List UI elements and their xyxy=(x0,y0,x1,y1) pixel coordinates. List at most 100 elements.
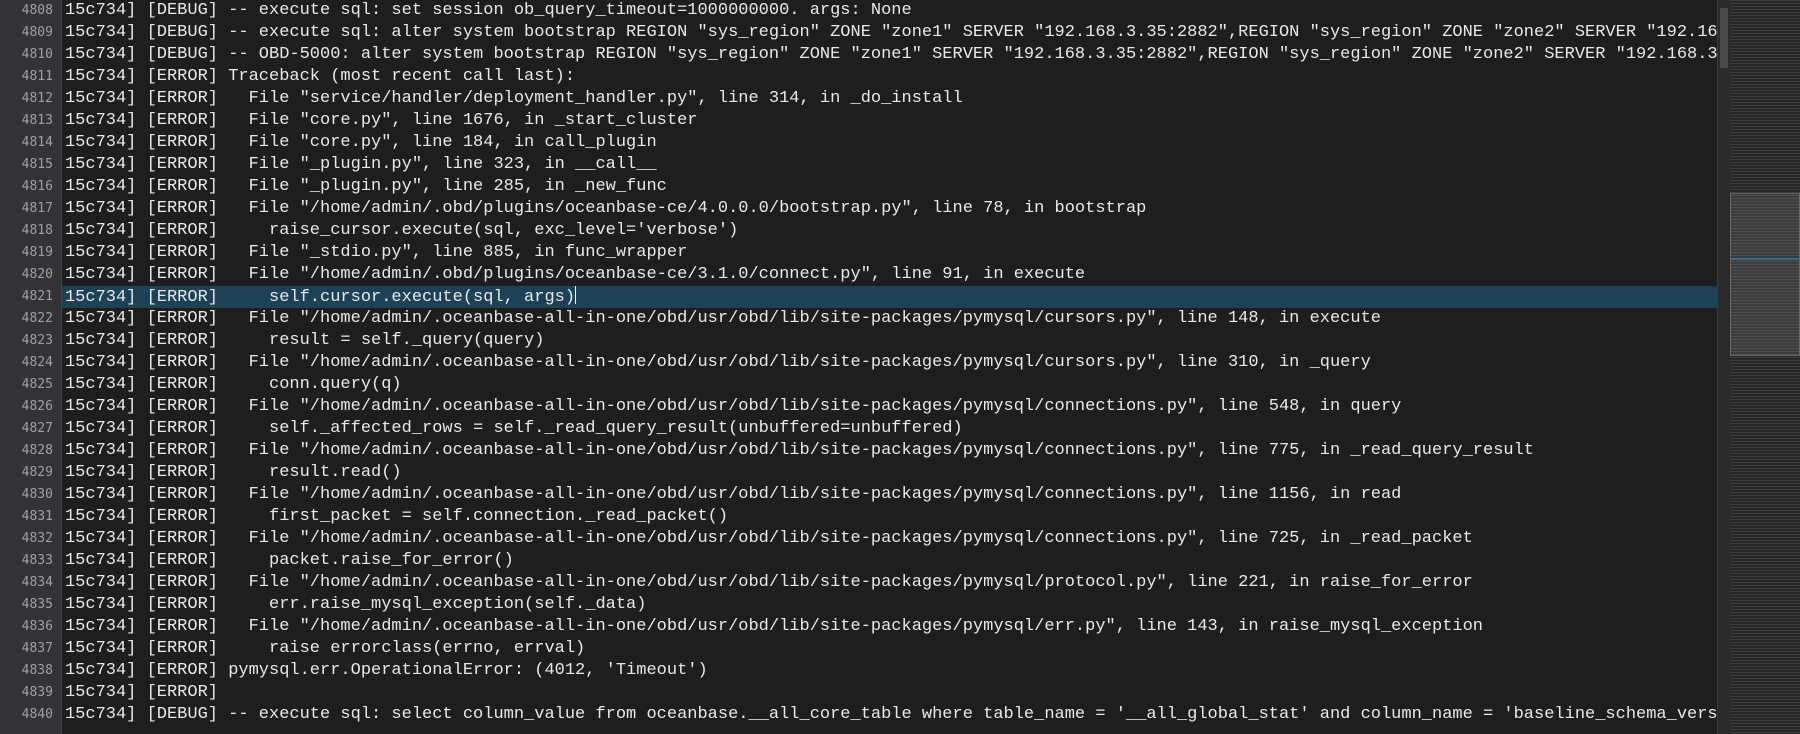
code-line-text: 15c734] [ERROR] first_packet = self.conn… xyxy=(64,507,729,526)
code-line-text: 15c734] [DEBUG] -- OBD-5000: alter syste… xyxy=(64,45,1718,64)
code-line-text: 15c734] [ERROR] result.read() xyxy=(64,463,402,482)
code-line[interactable]: 15c734] [ERROR] File "core.py", line 184… xyxy=(62,132,1717,154)
code-line-text: 15c734] [ERROR] File "service/handler/de… xyxy=(64,89,963,108)
line-number: 4824 xyxy=(21,355,53,370)
line-number: 4829 xyxy=(21,465,53,480)
line-number: 4827 xyxy=(21,421,53,436)
code-line-text: 15c734] [ERROR] File "/home/admin/.ocean… xyxy=(64,397,1402,416)
code-line[interactable]: 15c734] [ERROR] File "/home/admin/.obd/p… xyxy=(62,264,1717,286)
code-line[interactable]: 15c734] [ERROR] File "/home/admin/.ocean… xyxy=(62,528,1717,550)
current-code-line[interactable]: 15c734] [ERROR] self.cursor.execute(sql,… xyxy=(61,286,1718,308)
code-line[interactable]: 15c734] [ERROR] packet.raise_for_error() xyxy=(62,550,1717,572)
text-editor: 4808 4809 4810 4811 4812 4813 4814 4815 4816 4817… xyxy=(0,0,1800,734)
code-line[interactable]: 15c734] [ERROR] File "_plugin.py", line … xyxy=(62,176,1717,198)
line-number: 4831 xyxy=(21,509,53,524)
code-line[interactable]: 15c734] [ERROR] result.read() xyxy=(62,462,1717,484)
code-line-text: 15c734] [ERROR] File "/home/admin/.ocean… xyxy=(64,529,1473,548)
code-line[interactable]: 15c734] [ERROR] conn.query(q) xyxy=(62,374,1717,396)
code-line[interactable]: 15c734] [DEBUG] -- OBD-5000: alter syste… xyxy=(62,44,1717,66)
code-line[interactable]: 15c734] [ERROR] File "/home/admin/.ocean… xyxy=(62,616,1717,638)
line-number: 4822 xyxy=(21,311,53,326)
code-line-text: 15c734] [ERROR] pymysql.err.OperationalE… xyxy=(64,661,708,680)
code-line-text: 15c734] [ERROR] self._affected_rows = se… xyxy=(64,419,963,438)
code-line-text: 15c734] [ERROR] raise_cursor.execute(sql… xyxy=(64,221,739,240)
line-number-gutter[interactable]: 4808 4809 4810 4811 4812 4813 4814 4815 4816 4817… xyxy=(0,0,62,734)
line-number: 4832 xyxy=(21,531,53,546)
code-line[interactable]: 15c734] [ERROR] File "/home/admin/.ocean… xyxy=(62,308,1717,330)
code-line-text: 15c734] [ERROR] File "/home/admin/.obd/p… xyxy=(64,265,1086,284)
code-line-text: 15c734] [ERROR] File "/home/admin/.ocean… xyxy=(64,485,1402,504)
line-number: 4810 xyxy=(21,47,53,62)
code-line-text: 15c734] [ERROR] Traceback (most recent c… xyxy=(64,67,576,86)
vertical-scrollbar[interactable] xyxy=(1717,0,1731,734)
minimap[interactable] xyxy=(1730,0,1800,734)
code-line[interactable]: 15c734] [ERROR] File "/home/admin/.ocean… xyxy=(62,484,1717,506)
code-line[interactable]: 15c734] [DEBUG] -- execute sql: set sess… xyxy=(62,0,1717,22)
code-line-text: 15c734] [DEBUG] -- execute sql: set sess… xyxy=(64,1,912,20)
line-number: 4809 xyxy=(21,25,53,40)
code-line[interactable]: 15c734] [DEBUG] -- execute sql: alter sy… xyxy=(62,22,1717,44)
code-line-text: 15c734] [ERROR] File "core.py", line 184… xyxy=(64,133,657,152)
line-number: 4818 xyxy=(21,223,53,238)
line-number: 4839 xyxy=(21,685,53,700)
code-line[interactable]: 15c734] [ERROR] raise_cursor.execute(sql… xyxy=(62,220,1717,242)
line-number: 4833 xyxy=(21,553,53,568)
line-number: 4812 xyxy=(21,91,53,106)
code-line[interactable]: 15c734] [ERROR] self._affected_rows = se… xyxy=(62,418,1717,440)
line-number: 4819 xyxy=(21,245,53,260)
code-line[interactable]: 15c734] [ERROR] err.raise_mysql_exceptio… xyxy=(62,594,1717,616)
line-number: 4835 xyxy=(21,597,53,612)
line-number: 4826 xyxy=(21,399,53,414)
line-number: 4815 xyxy=(21,157,53,172)
code-line[interactable]: 15c734] [DEBUG] -- execute sql: select c… xyxy=(62,704,1717,726)
code-line-text: 15c734] [ERROR] File "_stdio.py", line 8… xyxy=(64,243,688,262)
code-line-text: 15c734] [ERROR] err.raise_mysql_exceptio… xyxy=(64,595,647,614)
line-number: 4814 xyxy=(21,135,53,150)
code-line-text: 15c734] [ERROR] result = self._query(que… xyxy=(64,331,545,350)
line-number: 4820 xyxy=(21,267,53,282)
code-line[interactable]: 15c734] [ERROR] File "/home/admin/.obd/p… xyxy=(62,198,1717,220)
code-line-text: 15c734] [ERROR] conn.query(q) xyxy=(64,375,402,394)
code-line[interactable]: 15c734] [ERROR] result = self._query(que… xyxy=(62,330,1717,352)
code-line-text: 15c734] [ERROR] File "_plugin.py", line … xyxy=(64,177,667,196)
line-number: 4837 xyxy=(21,641,53,656)
code-line-text: 15c734] [ERROR] xyxy=(64,683,218,702)
code-line-text: 15c734] [ERROR] File "/home/admin/.ocean… xyxy=(64,353,1371,372)
line-number: 4828 xyxy=(21,443,53,458)
code-line-text: 15c734] [ERROR] File "/home/admin/.ocean… xyxy=(64,441,1535,460)
text-cursor xyxy=(575,286,577,304)
line-number: 4830 xyxy=(21,487,53,502)
code-line[interactable]: 15c734] [ERROR] pymysql.err.OperationalE… xyxy=(62,660,1717,682)
code-line[interactable]: 15c734] [ERROR] File "_plugin.py", line … xyxy=(62,154,1717,176)
code-line[interactable]: 15c734] [ERROR] xyxy=(62,682,1717,704)
line-number: 4821 xyxy=(21,289,53,304)
line-number: 4813 xyxy=(21,113,53,128)
line-number: 4838 xyxy=(21,663,53,678)
line-number: 4834 xyxy=(21,575,53,590)
minimap-viewport-slider[interactable] xyxy=(1730,193,1800,356)
code-line-text: 15c734] [ERROR] packet.raise_for_error() xyxy=(64,551,514,570)
code-area[interactable]: 15c734] [DEBUG] -- execute sql: set sess… xyxy=(61,0,1718,734)
code-line[interactable]: 15c734] [ERROR] first_packet = self.conn… xyxy=(62,506,1717,528)
code-line[interactable]: 15c734] [ERROR] Traceback (most recent c… xyxy=(62,66,1717,88)
scrollbar-thumb[interactable] xyxy=(1720,8,1729,68)
minimap-current-line-marker xyxy=(1730,258,1800,260)
line-number: 4836 xyxy=(21,619,53,634)
line-number: 4817 xyxy=(21,201,53,216)
code-line[interactable]: 15c734] [ERROR] File "_stdio.py", line 8… xyxy=(62,242,1717,264)
code-line-text: 15c734] [ERROR] File "/home/admin/.ocean… xyxy=(64,309,1381,328)
code-line[interactable]: 15c734] [ERROR] File "/home/admin/.ocean… xyxy=(62,440,1717,462)
line-number: 4825 xyxy=(21,377,53,392)
line-number: 4808 xyxy=(21,3,53,18)
line-number: 4840 xyxy=(21,707,53,722)
line-number: 4823 xyxy=(21,333,53,348)
code-line-text: 15c734] [ERROR] File "/home/admin/.ocean… xyxy=(64,573,1473,592)
code-line[interactable]: 15c734] [ERROR] File "/home/admin/.ocean… xyxy=(62,352,1717,374)
code-line[interactable]: 15c734] [ERROR] File "service/handler/de… xyxy=(62,88,1717,110)
code-line[interactable]: 15c734] [ERROR] File "/home/admin/.ocean… xyxy=(62,572,1717,594)
code-line[interactable]: 15c734] [ERROR] File "core.py", line 167… xyxy=(62,110,1717,132)
code-line[interactable]: 15c734] [ERROR] File "/home/admin/.ocean… xyxy=(62,396,1717,418)
code-line[interactable]: 15c734] [ERROR] raise errorclass(errno, … xyxy=(62,638,1717,660)
code-line-text: 15c734] [DEBUG] -- execute sql: select c… xyxy=(64,705,1718,724)
code-line-text: 15c734] [ERROR] File "/home/admin/.obd/p… xyxy=(64,199,1147,218)
